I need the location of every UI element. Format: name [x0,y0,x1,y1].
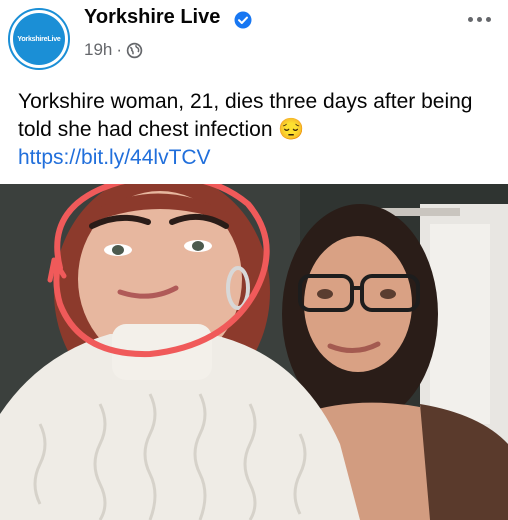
post-time[interactable]: 19h [84,40,112,60]
more-dot [476,16,482,22]
photo-illustration [0,184,508,520]
post-link[interactable]: https://bit.ly/44lvTCV [18,144,211,172]
page-name[interactable]: Yorkshire Live [84,6,220,29]
page-avatar[interactable]: YorkshireLive [8,8,70,70]
post-meta: 19h · [84,40,143,60]
more-options-icon[interactable] [464,10,494,28]
avatar-logo: YorkshireLive [13,13,65,65]
more-dot [467,16,473,22]
avatar-text: YorkshireLive [17,35,61,43]
globe-icon[interactable] [126,42,143,59]
post-text: Yorkshire woman, 21, dies three days aft… [18,90,473,141]
photo-door-panel [430,224,490,424]
meta-separator: · [116,40,123,59]
more-dot [485,16,491,22]
verified-badge-icon [234,11,252,29]
post-header: YorkshireLive Yorkshire Live 19h · [0,0,508,72]
post-photo[interactable] [0,184,508,520]
